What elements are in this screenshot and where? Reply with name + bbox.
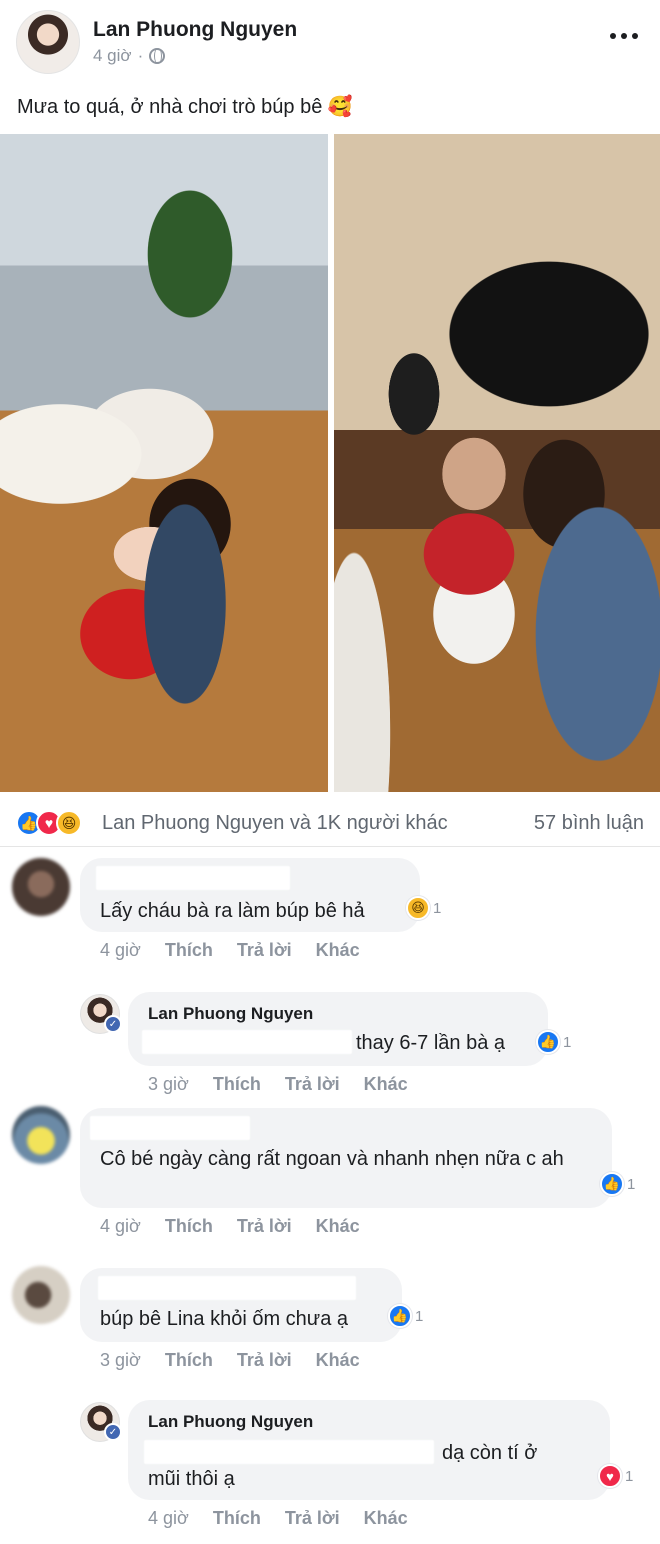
reply-text: thay 6-7 lần bà ạ [356, 1032, 505, 1054]
comment-time[interactable]: 4 giờ [100, 940, 141, 961]
post-meta: 4 giờ · [93, 46, 166, 66]
more-action[interactable]: Khác [316, 1216, 360, 1237]
verified-icon: ✓ [104, 1423, 122, 1441]
hidden-name [98, 1276, 356, 1300]
reaction-count: 1 [433, 899, 442, 917]
reaction-summary[interactable]: Lan Phuong Nguyen và 1K người khác [102, 812, 448, 835]
more-action[interactable]: Khác [316, 940, 360, 961]
post-photo-2[interactable] [334, 134, 660, 792]
comment-bubble: búp bê Lina khỏi ốm chưa ạ [80, 1268, 402, 1342]
comment-reaction[interactable]: 👍 1 [600, 1172, 635, 1196]
like-action[interactable]: Thích [213, 1508, 261, 1529]
author-avatar[interactable] [16, 10, 80, 74]
comment-reaction[interactable]: 👍 1 [388, 1304, 423, 1328]
love-icon: ♥ [598, 1464, 622, 1488]
like-action[interactable]: Thích [165, 940, 213, 961]
reactions-bar: 👍 ♥ 😆 Lan Phuong Nguyen và 1K người khác… [0, 800, 660, 846]
reaction-count: 1 [563, 1033, 572, 1051]
reply-action[interactable]: Trả lời [237, 1216, 292, 1237]
post-text: Mưa to quá, ở nhà chơi trò búp bê 🥰 [17, 96, 353, 118]
comment-reaction[interactable]: ♥ 1 [598, 1464, 633, 1488]
comment-actions: 3 giờ Thích Trả lời Khác [100, 1350, 384, 1371]
reply-action[interactable]: Trả lời [237, 940, 292, 961]
comment-actions: 3 giờ Thích Trả lời Khác [148, 1074, 432, 1095]
reaction-count: 1 [627, 1175, 636, 1193]
like-icon: 👍 [388, 1304, 412, 1328]
comment-reaction[interactable]: 👍 1 [536, 1030, 571, 1054]
comment-text: Lấy cháu bà ra làm búp bê hả [100, 900, 365, 922]
reply-text: dạ còn tí ở [442, 1442, 538, 1464]
comment-bubble: Lấy cháu bà ra làm búp bê hả [80, 858, 420, 932]
divider [0, 846, 660, 847]
comment-actions: 4 giờ Thích Trả lời Khác [100, 1216, 384, 1237]
reply-action[interactable]: Trả lời [285, 1508, 340, 1529]
commenter-avatar[interactable] [12, 1106, 70, 1164]
comment-text: búp bê Lina khỏi ốm chưa ạ [100, 1308, 348, 1330]
comment-text: Cô bé ngày càng rất ngoan và nhanh nhẹn … [100, 1146, 600, 1172]
comment-bubble: Cô bé ngày càng rất ngoan và nhanh nhẹn … [80, 1108, 612, 1208]
more-action[interactable]: Khác [364, 1074, 408, 1095]
like-icon: 👍 [536, 1030, 560, 1054]
more-options-icon[interactable] [610, 22, 638, 50]
comment-text-content: Cô bé ngày càng rất ngoan và nhanh nhẹn … [100, 1148, 564, 1170]
commenter-avatar[interactable] [12, 1266, 70, 1324]
reply-action[interactable]: Trả lời [237, 1350, 292, 1371]
commenter-avatar[interactable] [12, 858, 70, 916]
more-action[interactable]: Khác [364, 1508, 408, 1529]
comment-actions: 4 giờ Thích Trả lời Khác [100, 940, 384, 961]
post-photo-1[interactable] [0, 134, 328, 792]
post-header: Lan Phuong Nguyen 4 giờ · [0, 0, 660, 80]
comment-reaction[interactable]: 😆 1 [406, 896, 441, 920]
meta-separator: · [137, 46, 144, 65]
author-name[interactable]: Lan Phuong Nguyen [93, 18, 297, 42]
reaction-count: 1 [625, 1467, 634, 1485]
comment-actions: 4 giờ Thích Trả lời Khác [148, 1508, 432, 1529]
post-time[interactable]: 4 giờ [93, 46, 132, 66]
like-action[interactable]: Thích [165, 1216, 213, 1237]
comment-time[interactable]: 3 giờ [148, 1074, 189, 1095]
more-action[interactable]: Khác [316, 1350, 360, 1371]
comment-time[interactable]: 4 giờ [100, 1216, 141, 1237]
comment-time[interactable]: 3 giờ [100, 1350, 141, 1371]
reply-author[interactable]: Lan Phuong Nguyen [148, 1412, 313, 1432]
reaction-icons[interactable]: 👍 ♥ 😆 [16, 810, 82, 836]
like-icon: 👍 [600, 1172, 624, 1196]
haha-icon: 😆 [56, 810, 82, 836]
hidden-name [96, 866, 290, 890]
like-action[interactable]: Thích [213, 1074, 261, 1095]
hidden-name [90, 1116, 250, 1140]
verified-icon: ✓ [104, 1015, 122, 1033]
reply-text-line2: mũi thôi ạ [148, 1468, 235, 1490]
reply-bubble: Lan Phuong Nguyen dạ còn tí ở mũi thôi ạ [128, 1400, 610, 1500]
reply-action[interactable]: Trả lời [285, 1074, 340, 1095]
like-action[interactable]: Thích [165, 1350, 213, 1371]
globe-icon [149, 48, 166, 64]
hidden-text [142, 1030, 352, 1054]
hidden-text [144, 1440, 434, 1464]
reply-author[interactable]: Lan Phuong Nguyen [148, 1004, 313, 1024]
comment-time[interactable]: 4 giờ [148, 1508, 189, 1529]
reply-bubble: Lan Phuong Nguyen thay 6-7 lần bà ạ [128, 992, 548, 1066]
reaction-count: 1 [415, 1307, 424, 1325]
haha-icon: 😆 [406, 896, 430, 920]
comment-count[interactable]: 57 bình luận [534, 812, 644, 835]
